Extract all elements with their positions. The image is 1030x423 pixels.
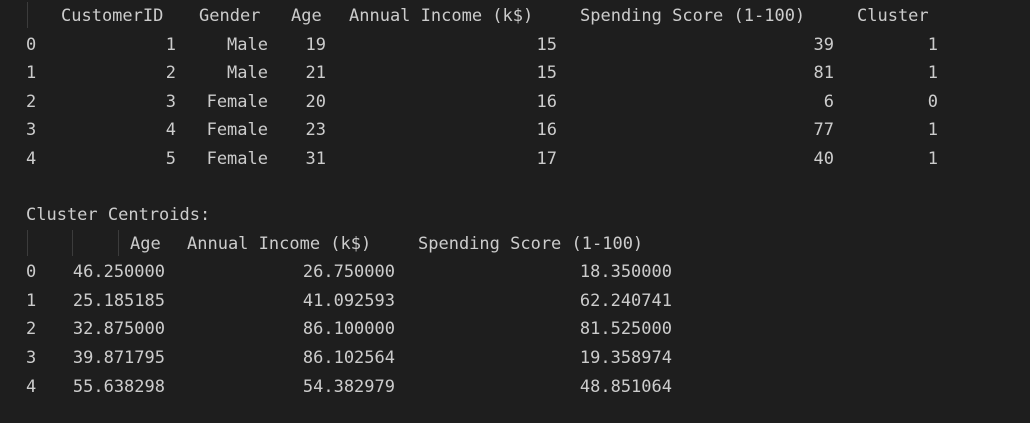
row-index: 4 [26,377,37,397]
cell-annual-income: 54.382979 [302,377,395,397]
cell-gender: Female [206,120,268,140]
table-row: 2 3 Female 20 16 6 0 [0,88,1030,116]
column-header: Spending Score (1-100) [418,234,644,254]
row-index: 3 [26,120,37,140]
cell-spending-score: 39 [813,35,834,55]
cell-age: 31 [305,149,326,169]
cell-age: 23 [305,120,326,140]
cell-annual-income: 86.102564 [302,348,395,368]
column-header: Cluster [857,6,929,26]
cell-annual-income: 15 [536,35,557,55]
cell-age: 19 [305,35,326,55]
table-row: 2 32.875000 86.100000 81.525000 [0,315,1030,343]
table-row: 1 25.185185 41.092593 62.240741 [0,287,1030,315]
table-row: 3 4 Female 23 16 77 1 [0,116,1030,144]
cell-spending-score: 18.350000 [579,262,672,282]
column-header: Age [291,6,322,26]
cell-spending-score: 40 [813,149,834,169]
cell-age: 20 [305,92,326,112]
table-row: 3 39.871795 86.102564 19.358974 [0,344,1030,372]
cell-cluster: 1 [927,120,938,140]
cell-annual-income: 17 [536,149,557,169]
centroids-header-row: Age Annual Income (k$) Spending Score (1… [0,230,1030,258]
table-row: 0 1 Male 19 15 39 1 [0,31,1030,59]
column-header: Annual Income (k$) [187,234,372,254]
notebook-output: CustomerID Gender Age Annual Income (k$)… [0,0,1030,423]
cell-gender: Female [206,92,268,112]
cell-age: 25.185185 [72,291,165,311]
cell-annual-income: 86.100000 [302,319,395,339]
cell-spending-score: 62.240741 [579,291,672,311]
column-header: CustomerID [61,6,164,26]
cell-age: 55.638298 [72,377,165,397]
cell-customer-id: 1 [165,35,176,55]
centroids-title-line: Cluster Centroids: [0,201,1030,229]
cell-spending-score: 77 [813,120,834,140]
cell-cluster: 1 [927,149,938,169]
row-index: 1 [26,63,37,83]
cell-customer-id: 4 [165,120,176,140]
column-header: Annual Income (k$) [349,6,534,26]
table-row: 1 2 Male 21 15 81 1 [0,59,1030,87]
column-header: Spending Score (1-100) [580,6,806,26]
cell-cluster: 0 [927,92,938,112]
table-row: 4 55.638298 54.382979 48.851064 [0,373,1030,401]
cell-spending-score: 81.525000 [579,319,672,339]
cell-spending-score: 81 [813,63,834,83]
cell-gender: Female [206,149,268,169]
cell-gender: Male [227,63,268,83]
cell-annual-income: 26.750000 [302,262,395,282]
cell-age: 46.250000 [72,262,165,282]
row-index: 0 [26,35,37,55]
cell-annual-income: 41.092593 [302,291,395,311]
cell-spending-score: 6 [823,92,834,112]
row-index: 4 [26,149,37,169]
cell-annual-income: 16 [536,92,557,112]
column-header: Gender [199,6,261,26]
cell-customer-id: 2 [165,63,176,83]
row-index: 0 [26,262,37,282]
table-row: 4 5 Female 31 17 40 1 [0,145,1030,173]
cell-annual-income: 15 [536,63,557,83]
cell-annual-income: 16 [536,120,557,140]
cell-age: 32.875000 [72,319,165,339]
cell-cluster: 1 [927,35,938,55]
cell-customer-id: 5 [165,149,176,169]
table-row: 0 46.250000 26.750000 18.350000 [0,258,1030,286]
cell-spending-score: 48.851064 [579,377,672,397]
row-index: 1 [26,291,37,311]
row-index: 2 [26,92,37,112]
section-title: Cluster Centroids: [26,205,211,225]
row-index: 2 [26,319,37,339]
cell-cluster: 1 [927,63,938,83]
cell-age: 39.871795 [72,348,165,368]
row-index: 3 [26,348,37,368]
cell-age: 21 [305,63,326,83]
cell-gender: Male [227,35,268,55]
cell-customer-id: 3 [165,92,176,112]
column-header: Age [130,234,161,254]
cell-spending-score: 19.358974 [579,348,672,368]
df-head-header-row: CustomerID Gender Age Annual Income (k$)… [0,2,1030,30]
